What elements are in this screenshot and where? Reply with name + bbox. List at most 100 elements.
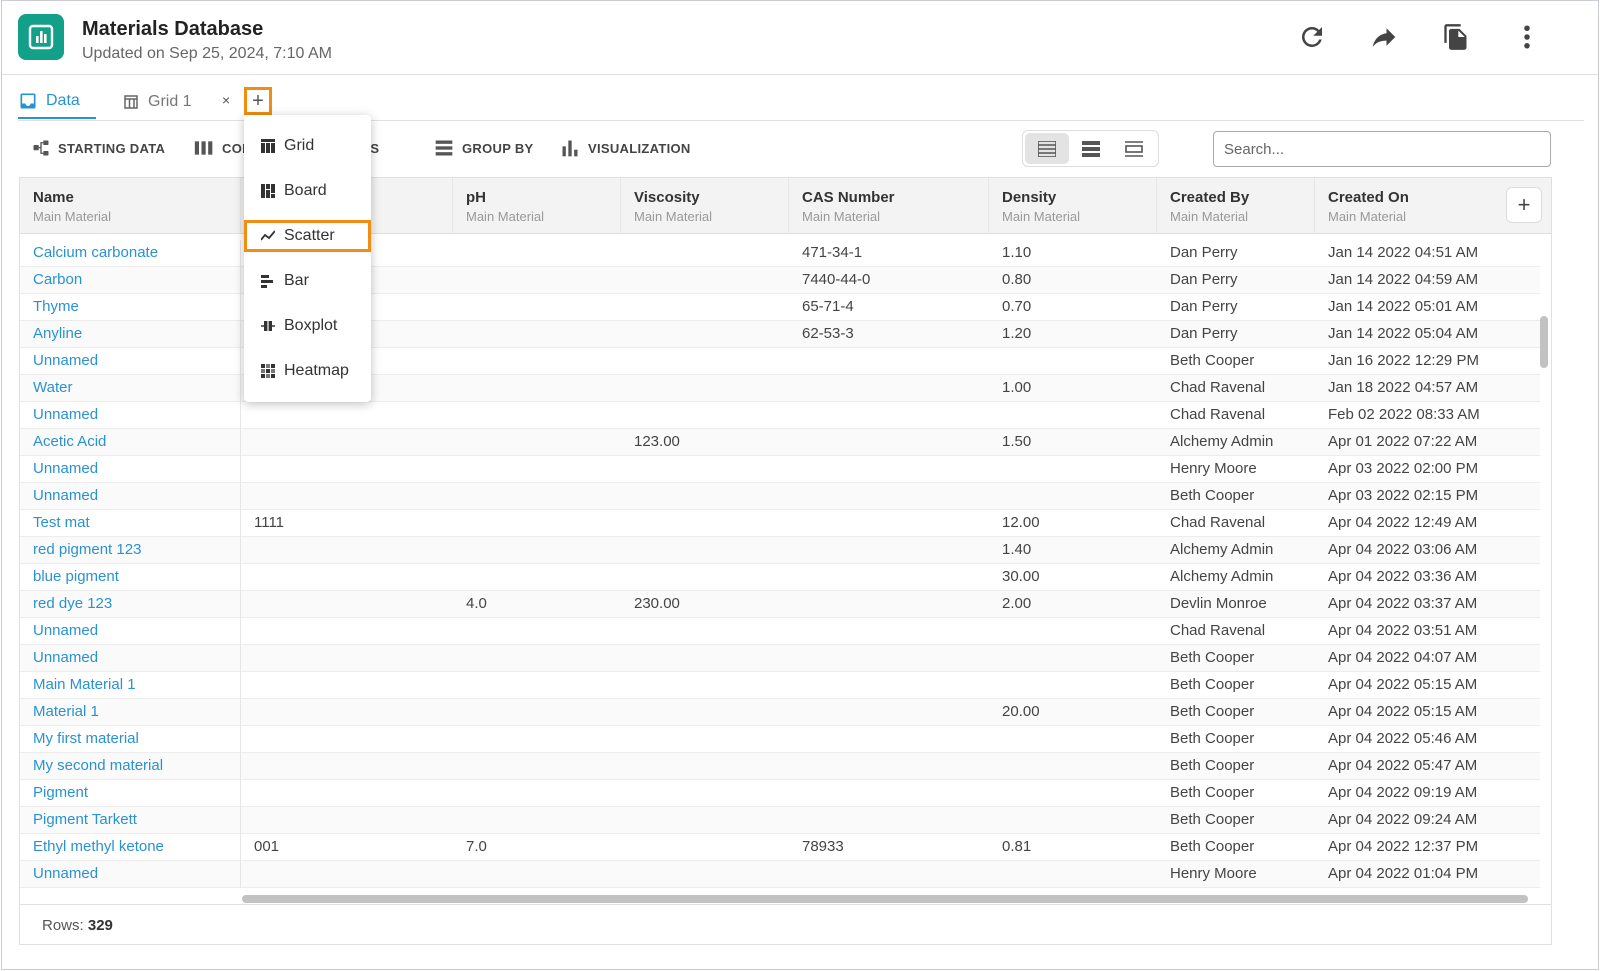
column-title: CAS Number bbox=[802, 189, 895, 206]
material-name-link[interactable]: Pigment bbox=[20, 780, 241, 807]
material-name-link[interactable]: Carbon bbox=[20, 267, 241, 294]
group-by-button[interactable]: GROUP BY bbox=[434, 137, 534, 159]
vertical-scrollbar[interactable] bbox=[1540, 316, 1548, 368]
table-row[interactable]: Pigment Beth Cooper Apr 04 2022 09:19 AM bbox=[20, 780, 1540, 807]
menu-item-label: Board bbox=[284, 182, 327, 199]
refresh-icon[interactable] bbox=[1294, 19, 1330, 55]
material-name-link[interactable]: Unnamed bbox=[20, 483, 241, 510]
table-row[interactable]: Test mat 1111 12.00 Chad Ravenal Apr 04 2022… bbox=[20, 510, 1540, 537]
table-row[interactable]: Ethyl methyl ketone 001 7.0 78933 0.81 Beth C… bbox=[20, 834, 1540, 861]
material-name-link[interactable]: red pigment 123 bbox=[20, 537, 241, 564]
column-header-cas-number[interactable]: CAS Number Main Material bbox=[789, 178, 989, 234]
column-header-created-on[interactable]: Created On Main Material bbox=[1315, 178, 1495, 234]
starting-data-button[interactable]: STARTING DATA bbox=[32, 137, 165, 159]
cell-viscosity bbox=[621, 672, 789, 699]
rows-count-value: 329 bbox=[87, 917, 113, 934]
column-header-viscosity[interactable]: Viscosity Main Material bbox=[621, 178, 789, 234]
material-name-link[interactable]: Test mat bbox=[20, 510, 241, 537]
table-row[interactable]: Unnamed Beth Cooper Apr 04 2022 04:07 AM bbox=[20, 645, 1540, 672]
material-name-link[interactable]: blue pigment bbox=[20, 564, 241, 591]
cell-ph bbox=[453, 429, 621, 456]
cell-cas-number bbox=[789, 429, 989, 456]
material-name-link[interactable]: Unnamed bbox=[20, 618, 241, 645]
table-row[interactable]: Main Material 1 Beth Cooper Apr 04 2022 05… bbox=[20, 672, 1540, 699]
table-row[interactable]: My second material Beth Cooper Apr 04 2022… bbox=[20, 753, 1540, 780]
cell-ph bbox=[453, 645, 621, 672]
cell-code bbox=[241, 483, 453, 510]
add-view-button[interactable]: + bbox=[244, 87, 272, 115]
table-row[interactable]: Pigment Tarkett Beth Cooper Apr 04 2022 09… bbox=[20, 807, 1540, 834]
menu-item-bar[interactable]: Bar bbox=[244, 265, 371, 297]
cell-created-by: Beth Cooper bbox=[1170, 784, 1255, 801]
material-name-link[interactable]: Unnamed bbox=[20, 861, 241, 888]
table-row[interactable]: My first material Beth Cooper Apr 04 2022 … bbox=[20, 726, 1540, 753]
menu-item-grid[interactable]: Grid bbox=[244, 130, 371, 162]
material-name-link[interactable]: My second material bbox=[20, 753, 241, 780]
cell-created-by: Beth Cooper bbox=[1170, 649, 1255, 666]
menu-item-heatmap[interactable]: Heatmap bbox=[244, 355, 371, 387]
app-window: Materials Database Updated on Sep 25, 20… bbox=[1, 0, 1599, 970]
tab-data[interactable]: Data bbox=[18, 85, 96, 119]
material-name-link[interactable]: Anyline bbox=[20, 321, 241, 348]
cell-code bbox=[241, 672, 453, 699]
cell-ph bbox=[453, 726, 621, 753]
copy-icon[interactable] bbox=[1438, 19, 1474, 55]
table-row[interactable]: Unnamed Henry Moore Apr 04 2022 01:04 PM bbox=[20, 861, 1540, 888]
cell-created-on: Jan 16 2022 12:29 PM bbox=[1328, 352, 1479, 369]
add-column-button[interactable]: + bbox=[1506, 187, 1542, 223]
material-name-link[interactable]: Unnamed bbox=[20, 348, 241, 375]
more-vertical-icon[interactable] bbox=[1509, 19, 1545, 55]
cell-density bbox=[989, 483, 1157, 510]
cell-density: 0.80 bbox=[1002, 271, 1032, 288]
table-row[interactable]: Unnamed Chad Ravenal Apr 04 2022 03:51 AM bbox=[20, 618, 1540, 645]
hierarchy-icon bbox=[32, 139, 50, 157]
tab-grid-1[interactable]: Grid 1 bbox=[122, 85, 192, 119]
cell-created-by: Beth Cooper bbox=[1170, 730, 1255, 747]
tab-close-icon[interactable]: × bbox=[222, 92, 230, 108]
material-name-link[interactable]: Calcium carbonate bbox=[20, 240, 241, 267]
table-row[interactable]: Acetic Acid 123.00 1.50 Alchemy Admin Apr 01… bbox=[20, 429, 1540, 456]
column-header-density[interactable]: Density Main Material bbox=[989, 178, 1157, 234]
cell-created-by: Beth Cooper bbox=[1170, 757, 1255, 774]
column-header-name[interactable]: Name Main Material bbox=[20, 178, 241, 234]
share-icon[interactable] bbox=[1366, 19, 1402, 55]
menu-item-scatter[interactable]: Scatter bbox=[244, 220, 371, 252]
material-name-link[interactable]: Material 1 bbox=[20, 699, 241, 726]
material-name-link[interactable]: Thyme bbox=[20, 294, 241, 321]
cell-density: 1.50 bbox=[1002, 433, 1032, 450]
table-row[interactable]: red pigment 123 1.40 Alchemy Admin Apr 04 2… bbox=[20, 537, 1540, 564]
density-comfortable-option[interactable] bbox=[1112, 133, 1156, 164]
material-name-link[interactable]: Ethyl methyl ketone bbox=[20, 834, 241, 861]
table-row[interactable]: red dye 123 4.0 230.00 2.00 Devlin Monroe Apr… bbox=[20, 591, 1540, 618]
column-header-ph[interactable]: pH Main Material bbox=[453, 178, 621, 234]
material-name-link[interactable]: Acetic Acid bbox=[20, 429, 241, 456]
menu-item-boxplot[interactable]: Boxplot bbox=[244, 310, 371, 342]
material-name-link[interactable]: Water bbox=[20, 375, 241, 402]
table-row[interactable]: Unnamed Beth Cooper Apr 03 2022 02:15 PM bbox=[20, 483, 1540, 510]
density-standard-option[interactable] bbox=[1069, 133, 1113, 164]
table-row[interactable]: Unnamed Henry Moore Apr 03 2022 02:00 PM bbox=[20, 456, 1540, 483]
table-row[interactable]: Material 1 20.00 Beth Cooper Apr 04 2022 05… bbox=[20, 699, 1540, 726]
material-name-link[interactable]: Main Material 1 bbox=[20, 672, 241, 699]
column-header-created-by[interactable]: Created By Main Material bbox=[1157, 178, 1315, 234]
cell-viscosity bbox=[621, 861, 789, 888]
material-name-link[interactable]: My first material bbox=[20, 726, 241, 753]
cell-created-on: Jan 14 2022 04:59 AM bbox=[1328, 271, 1479, 288]
material-name-link[interactable]: red dye 123 bbox=[20, 591, 241, 618]
cell-viscosity bbox=[621, 780, 789, 807]
menu-item-board[interactable]: Board bbox=[244, 175, 371, 207]
material-name-link[interactable]: Pigment Tarkett bbox=[20, 807, 241, 834]
cell-viscosity bbox=[621, 834, 789, 861]
last-updated-text: Updated on Sep 25, 2024, 7:10 AM bbox=[82, 45, 332, 62]
material-name-link[interactable]: Unnamed bbox=[20, 456, 241, 483]
cell-cas-number: 471-34-1 bbox=[802, 244, 863, 261]
material-name-link[interactable]: Unnamed bbox=[20, 402, 241, 429]
search-input[interactable] bbox=[1213, 131, 1551, 167]
visualization-button[interactable]: VISUALIZATION bbox=[560, 137, 691, 159]
table-row[interactable]: Unnamed Chad Ravenal Feb 02 2022 08:33 AM bbox=[20, 402, 1540, 429]
material-name-link[interactable]: Unnamed bbox=[20, 645, 241, 672]
density-compact-option[interactable] bbox=[1025, 133, 1069, 164]
bar-chart-icon bbox=[560, 138, 580, 158]
horizontal-scrollbar[interactable] bbox=[242, 895, 1528, 903]
table-row[interactable]: blue pigment 30.00 Alchemy Admin Apr 04 202… bbox=[20, 564, 1540, 591]
